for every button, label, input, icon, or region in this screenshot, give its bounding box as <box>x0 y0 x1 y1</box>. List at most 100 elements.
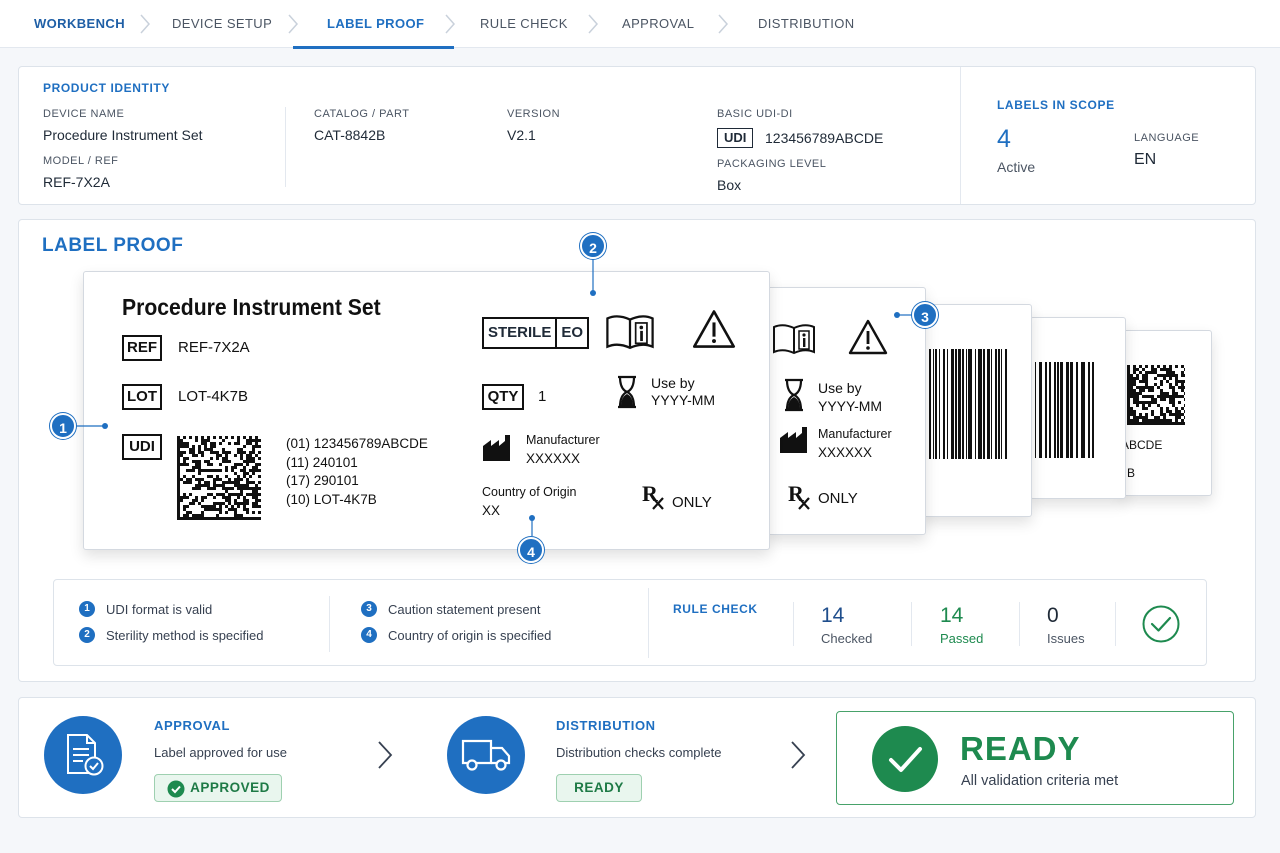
chevron-right-icon <box>791 741 806 769</box>
ready-title: READY <box>960 730 1081 767</box>
label-proof-sheet-1[interactable]: Procedure Instrument Set REF REF-7X2A LO… <box>83 271 770 550</box>
lot-symbol: LOT <box>122 384 162 410</box>
language-label: LANGUAGE <box>1134 132 1200 144</box>
udi-line-lot: (10) LOT-4K7B <box>286 491 377 507</box>
chevron-right-icon <box>378 741 393 769</box>
callout-3[interactable]: 3 <box>912 302 938 328</box>
device-name-label: DEVICE NAME <box>43 108 125 120</box>
product-identity-heading: PRODUCT IDENTITY <box>43 81 170 95</box>
country-of-origin-value: XX <box>482 503 501 518</box>
version-label: VERSION <box>507 108 561 120</box>
approval-heading: APPROVAL <box>154 718 231 733</box>
udi-line-mfg-date: (11) 240101 <box>286 454 358 470</box>
callout-1[interactable]: 1 <box>50 413 76 439</box>
hourglass-icon <box>618 375 636 409</box>
labels-count: 4 <box>997 125 1011 153</box>
hourglass-icon <box>785 378 803 412</box>
divider <box>911 602 912 646</box>
instructions-for-use-icon <box>606 315 654 350</box>
label-proof-sheet-3[interactable] <box>920 304 1032 517</box>
distribution-heading: DISTRIBUTION <box>556 718 656 733</box>
nav-step-approval[interactable]: APPROVAL <box>622 0 694 48</box>
lot-value: LOT-4K7B <box>178 388 249 405</box>
workflow-nav: WORKBENCH DEVICE SETUP LABEL PROOF RULE … <box>0 0 1280 49</box>
nav-step-workbench[interactable]: WORKBENCH <box>34 0 125 48</box>
callout-4[interactable]: 4 <box>518 537 544 563</box>
callout-anchor <box>102 423 108 429</box>
manufacturer-icon <box>780 427 807 453</box>
nav-step-label-proof[interactable]: LABEL PROOF <box>292 0 455 49</box>
udi-line-expiry: (17) 290101 <box>286 473 359 488</box>
check-number: 1 <box>79 601 95 617</box>
rx-only-text: ONLY <box>818 490 858 507</box>
divider <box>285 107 286 187</box>
udi-fragment: B <box>1127 466 1136 480</box>
manufacturer-label: Manufacturer <box>818 427 892 441</box>
catalog-part-value: CAT-8842B <box>314 127 386 143</box>
manufacturer-icon <box>483 435 510 461</box>
linear-barcode <box>929 349 1007 459</box>
datamatrix-barcode <box>177 436 261 520</box>
check-number: 2 <box>79 627 95 643</box>
version-value: V2.1 <box>507 127 536 143</box>
approved-badge[interactable]: APPROVED <box>154 774 282 802</box>
chevron-right-icon <box>140 14 151 34</box>
rx-only-text: ONLY <box>672 494 712 511</box>
chevron-right-icon <box>718 14 729 34</box>
approval-icon-circle <box>44 716 122 794</box>
check-number: 3 <box>361 601 377 617</box>
instructions-for-use-icon <box>773 324 815 355</box>
chevron-right-icon <box>588 14 599 34</box>
distribution-ready-badge[interactable]: READY <box>556 774 642 802</box>
label-proof-sheet-5[interactable]: ABCDE B <box>1120 330 1212 496</box>
approved-badge-label: APPROVED <box>190 780 270 795</box>
udi-chip: UDI <box>717 128 754 148</box>
check-circle-icon <box>1142 605 1180 643</box>
passed-count: 14 <box>940 604 964 627</box>
callout-anchor <box>529 515 535 521</box>
callout-2[interactable]: 2 <box>580 233 606 259</box>
document-approved-icon <box>67 734 104 776</box>
divider <box>648 588 649 658</box>
udi-line-gtin: (01) 123456789ABCDE <box>286 436 428 451</box>
ready-check-icon <box>872 726 938 792</box>
checked-label: Checked <box>821 631 873 646</box>
rx-icon: R <box>642 482 664 510</box>
language-value: EN <box>1134 151 1157 168</box>
callout-anchor <box>590 290 596 296</box>
check-caution-statement: Caution statement present <box>388 602 541 617</box>
passed-label: Passed <box>940 631 984 646</box>
packaging-level-value: Box <box>717 177 742 193</box>
sterile-label: STERILE <box>484 319 558 347</box>
checked-count: 14 <box>821 604 845 627</box>
manufacturer-value: XXXXXX <box>818 445 873 460</box>
truck-icon <box>461 739 511 771</box>
country-of-origin-label: Country of Origin <box>482 485 577 499</box>
qty-value: 1 <box>538 388 547 405</box>
caution-warning-icon <box>692 310 736 348</box>
label-proof-sheet-4[interactable] <box>1030 317 1126 499</box>
labels-in-scope-heading: LABELS IN SCOPE <box>997 98 1115 112</box>
udi-human-readable: (01) 123456789ABCDE (11) 240101 (17) 290… <box>286 435 428 509</box>
manufacturer-label: Manufacturer <box>526 433 600 447</box>
nav-step-device-setup[interactable]: DEVICE SETUP <box>172 0 272 48</box>
label-proof-title: LABEL PROOF <box>42 235 184 256</box>
basic-udi-label: BASIC UDI-DI <box>717 108 793 120</box>
product-identity-card: PRODUCT IDENTITY DEVICE NAME Procedure I… <box>18 66 1256 205</box>
use-by-label: Use by <box>651 375 695 391</box>
rx-icon: R <box>788 482 810 510</box>
issues-count: 0 <box>1047 604 1059 627</box>
label-proof-sheet-2[interactable]: Use by YYYY-MM Manufacturer XXXXXX R ONL… <box>766 287 926 535</box>
basic-udi-value: 123456789ABCDE <box>765 130 884 146</box>
check-badge-icon <box>167 780 185 798</box>
check-country-of-origin: Country of origin is specified <box>388 628 552 643</box>
model-ref-value: REF-7X2A <box>43 174 110 190</box>
nav-step-rule-check[interactable]: RULE CHECK <box>480 0 568 48</box>
check-summary-card: 1 UDI format is valid 2 Sterility method… <box>53 579 1207 666</box>
callout-anchor <box>894 312 900 318</box>
divider <box>1115 602 1116 646</box>
check-sterility-method: Sterility method is specified <box>106 628 264 643</box>
nav-step-distribution[interactable]: DISTRIBUTION <box>758 0 855 48</box>
device-name-value: Procedure Instrument Set <box>43 127 203 143</box>
use-by-label: Use by <box>818 380 862 396</box>
